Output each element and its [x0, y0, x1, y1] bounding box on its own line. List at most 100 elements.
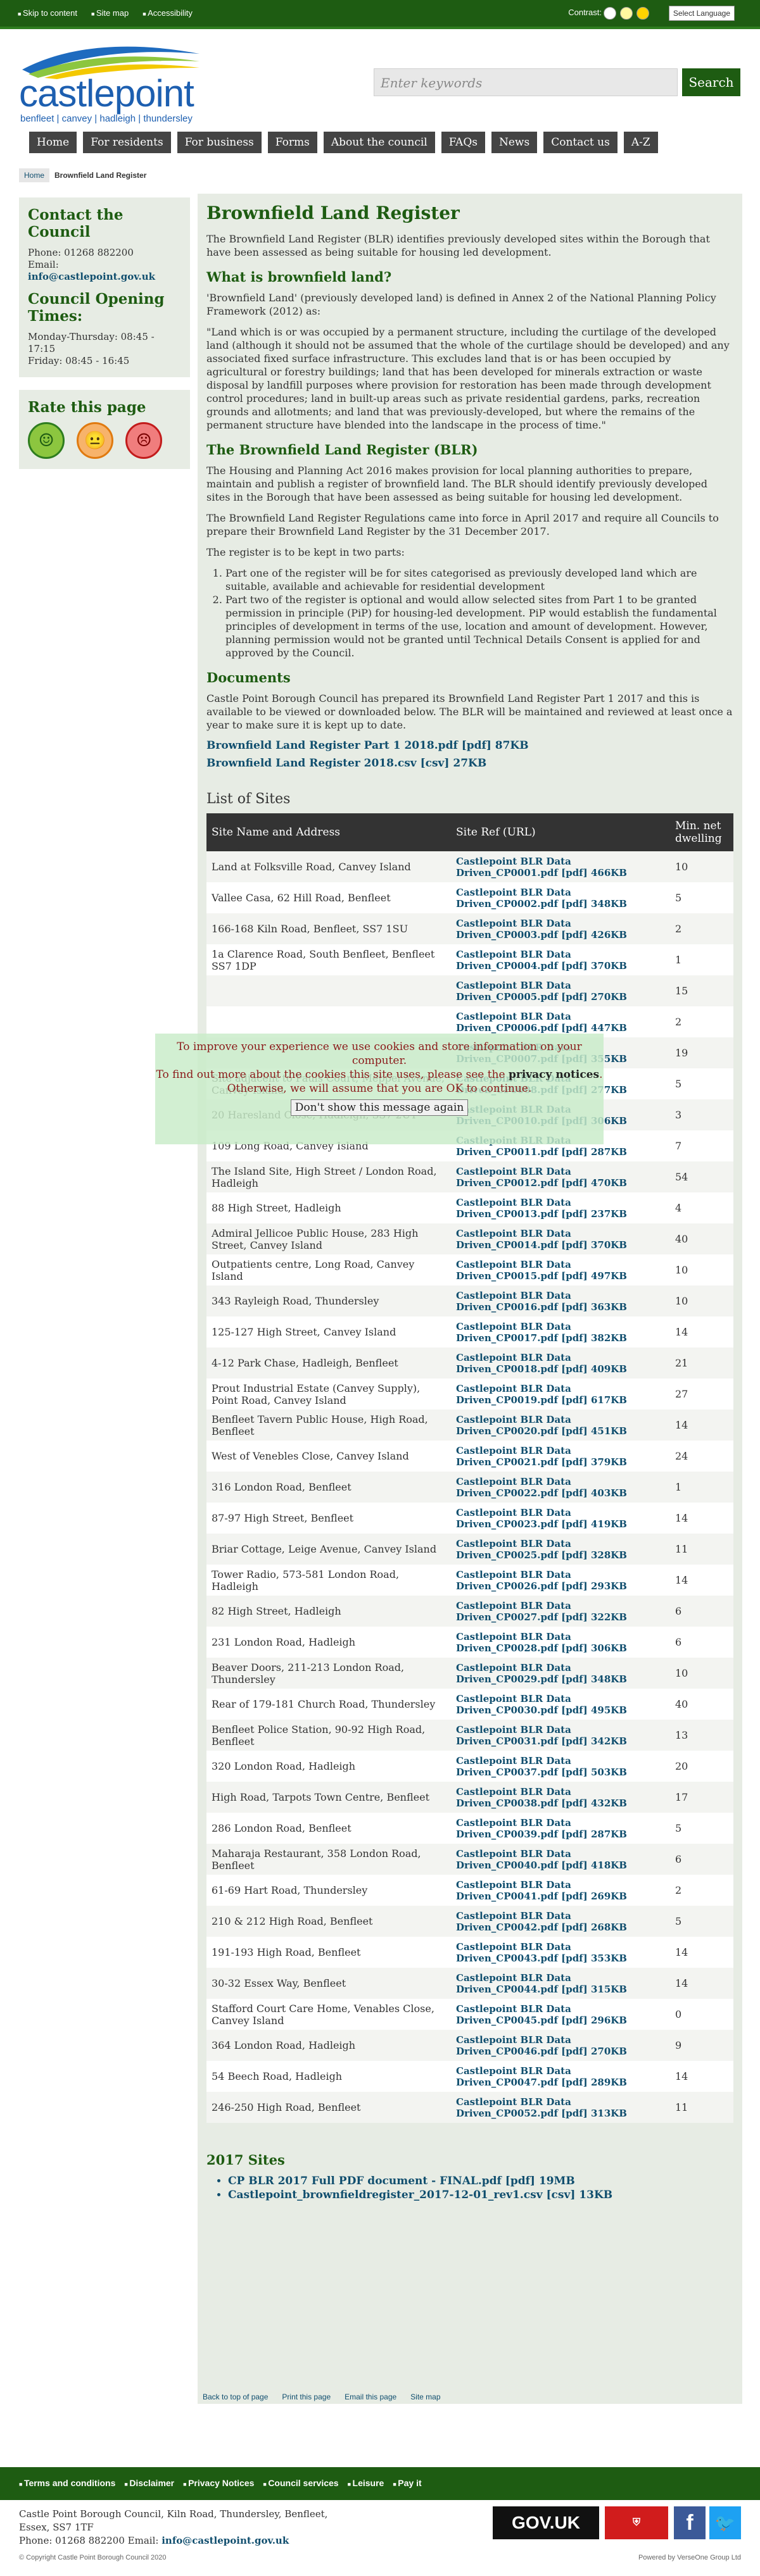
site-ref-link[interactable]: Castlepoint BLR Data Driven_CP0039.pdf […: [451, 1813, 670, 1844]
table-row: 364 London Road, Hadleigh Castlepoint BLR…: [206, 2030, 733, 2061]
site-ref-link[interactable]: Castlepoint BLR Data Driven_CP0013.pdf […: [451, 1192, 670, 1223]
site-ref-link[interactable]: Castlepoint BLR Data Driven_CP0022.pdf […: [451, 1472, 670, 1503]
email-page-link[interactable]: Email this page: [345, 2392, 396, 2401]
happy-face-icon[interactable]: ☺: [28, 422, 65, 459]
site-ref-link[interactable]: Castlepoint BLR Data Driven_CP0002.pdf […: [451, 882, 670, 913]
footer-terms[interactable]: Terms and conditions: [19, 2478, 115, 2488]
nav-for-business[interactable]: For business: [177, 132, 262, 153]
nav-contact-us[interactable]: Contact us: [543, 132, 618, 153]
skip-to-content-link[interactable]: Skip to content: [18, 8, 77, 18]
site-ref-link[interactable]: Castlepoint BLR Data Driven_CP0023.pdf […: [451, 1503, 670, 1534]
contrast-white-button[interactable]: [604, 7, 616, 20]
footer-pay-it[interactable]: Pay it: [393, 2478, 421, 2488]
site-ref-link[interactable]: Castlepoint BLR Data Driven_CP0025.pdf […: [451, 1534, 670, 1565]
contrast-yellow-button[interactable]: [620, 7, 633, 20]
site-ref-link[interactable]: Castlepoint BLR Data Driven_CP0041.pdf […: [451, 1875, 670, 1906]
site-ref-link[interactable]: Castlepoint BLR Data Driven_CP0028.pdf […: [451, 1627, 670, 1658]
contrast-gold-button[interactable]: [636, 7, 649, 20]
sad-face-icon[interactable]: ☹: [125, 422, 163, 459]
site-ref-link[interactable]: Castlepoint BLR Data Driven_CP0020.pdf […: [451, 1410, 670, 1441]
table-row: 54 Beech Road, Hadleigh Castlepoint BLR D…: [206, 2061, 733, 2092]
language-select[interactable]: Select Language: [668, 6, 735, 21]
footer-disclaimer[interactable]: Disclaimer: [124, 2478, 174, 2488]
site-ref-link[interactable]: Castlepoint BLR Data Driven_CP0015.pdf […: [451, 1254, 670, 1285]
breadcrumb-home[interactable]: Home: [19, 168, 50, 182]
site-ref-link[interactable]: Castlepoint BLR Data Driven_CP0021.pdf […: [451, 1441, 670, 1472]
min-dwelling-cell: 3: [670, 1099, 733, 1130]
powered-by[interactable]: Powered by VerseOne Group Ltd: [638, 2554, 741, 2561]
accessibility-link[interactable]: Accessibility: [142, 8, 193, 18]
main-nav: Home For residents For business Forms Ab…: [29, 132, 658, 153]
privacy-notices-link[interactable]: privacy notices: [509, 1068, 599, 1081]
site-ref-link[interactable]: Castlepoint BLR Data Driven_CP0052.pdf […: [451, 2092, 670, 2123]
col-min-dwelling: Min. net dwelling: [670, 813, 733, 851]
table-row: 320 London Road, Hadleigh Castlepoint BLR…: [206, 1751, 733, 1782]
site-ref-link[interactable]: Castlepoint BLR Data Driven_CP0043.pdf […: [451, 1937, 670, 1968]
site-ref-link[interactable]: Castlepoint BLR Data Driven_CP0040.pdf […: [451, 1844, 670, 1875]
neutral-face-icon[interactable]: 😐: [77, 422, 114, 459]
gov-uk-logo[interactable]: GOV.UK: [493, 2506, 599, 2539]
site-map-footer-link[interactable]: Site map: [410, 2392, 440, 2401]
documents-paragraph: Castle Point Borough Council has prepare…: [206, 692, 733, 731]
site-ref-link[interactable]: Castlepoint BLR Data Driven_CP0017.pdf […: [451, 1316, 670, 1347]
site-name-cell: 191-193 High Road, Benfleet: [206, 1937, 451, 1968]
breadcrumb: Home Brownfield Land Register: [19, 167, 151, 184]
nav-for-residents[interactable]: For residents: [83, 132, 171, 153]
doc-link-csv[interactable]: Brownfield Land Register 2018.csv [csv] …: [206, 757, 733, 770]
site-ref-link[interactable]: Castlepoint BLR Data Driven_CP0006.pdf […: [451, 1006, 670, 1037]
facebook-icon[interactable]: f: [674, 2506, 706, 2539]
footer-phone: Phone: 01268 882200 Email:: [19, 2535, 159, 2546]
min-dwelling-cell: 40: [670, 1223, 733, 1254]
site-ref-link[interactable]: Castlepoint BLR Data Driven_CP0047.pdf […: [451, 2061, 670, 2092]
site-ref-link[interactable]: Castlepoint BLR Data Driven_CP0016.pdf […: [451, 1285, 670, 1316]
footer-privacy[interactable]: Privacy Notices: [183, 2478, 254, 2488]
nav-faqs[interactable]: FAQs: [441, 132, 485, 153]
site-ref-link[interactable]: Castlepoint BLR Data Driven_CP0044.pdf […: [451, 1968, 670, 1999]
site-ref-link[interactable]: Castlepoint BLR Data Driven_CP0031.pdf […: [451, 1720, 670, 1751]
site-name-cell: Prout Industrial Estate (Canvey Supply),…: [206, 1379, 451, 1410]
site-map-link[interactable]: Site map: [91, 8, 129, 18]
site-ref-link[interactable]: Castlepoint BLR Data Driven_CP0001.pdf […: [451, 851, 670, 882]
link-2017-pdf[interactable]: CP BLR 2017 Full PDF document - FINAL.pd…: [228, 2174, 733, 2188]
nav-a-z[interactable]: A-Z: [623, 132, 658, 153]
search-input[interactable]: Enter keywords: [374, 68, 678, 96]
search-button[interactable]: Search: [682, 68, 740, 96]
cookie-dismiss-button[interactable]: Don't show this message again: [290, 1099, 469, 1116]
contact-email-link[interactable]: info@castlepoint.gov.uk: [28, 271, 155, 282]
footer-email-link[interactable]: info@castlepoint.gov.uk: [162, 2535, 289, 2546]
nav-news[interactable]: News: [491, 132, 538, 153]
site-logo[interactable]: castlepoint benfleet | canvey | hadleigh…: [19, 41, 209, 130]
site-ref-link[interactable]: Castlepoint BLR Data Driven_CP0026.pdf […: [451, 1565, 670, 1596]
print-link[interactable]: Print this page: [282, 2392, 331, 2401]
twitter-icon[interactable]: 🐦: [709, 2506, 741, 2539]
site-ref-link[interactable]: Castlepoint BLR Data Driven_CP0045.pdf […: [451, 1999, 670, 2030]
site-ref-link[interactable]: Castlepoint BLR Data Driven_CP0046.pdf […: [451, 2030, 670, 2061]
site-name-cell: Land at Folksville Road, Canvey Island: [206, 851, 451, 882]
min-dwelling-cell: 13: [670, 1720, 733, 1751]
site-ref-link[interactable]: Castlepoint BLR Data Driven_CP0018.pdf […: [451, 1347, 670, 1379]
site-ref-link[interactable]: Castlepoint BLR Data Driven_CP0005.pdf […: [451, 975, 670, 1006]
site-name-cell: 210 & 212 High Road, Benfleet: [206, 1906, 451, 1937]
site-ref-link[interactable]: Castlepoint BLR Data Driven_CP0030.pdf […: [451, 1689, 670, 1720]
site-ref-link[interactable]: Castlepoint BLR Data Driven_CP0004.pdf […: [451, 944, 670, 975]
nav-forms[interactable]: Forms: [267, 132, 317, 153]
footer-council-services[interactable]: Council services: [263, 2478, 338, 2488]
site-ref-link[interactable]: Castlepoint BLR Data Driven_CP0014.pdf […: [451, 1223, 670, 1254]
site-name-cell: High Road, Tarpots Town Centre, Benfleet: [206, 1782, 451, 1813]
back-to-top-link[interactable]: Back to top of page: [203, 2392, 268, 2401]
site-ref-link[interactable]: Castlepoint BLR Data Driven_CP0042.pdf […: [451, 1906, 670, 1937]
doc-link-pdf[interactable]: Brownfield Land Register Part 1 2018.pdf…: [206, 739, 733, 752]
footer-leisure[interactable]: Leisure: [348, 2478, 384, 2488]
site-ref-link[interactable]: Castlepoint BLR Data Driven_CP0029.pdf […: [451, 1658, 670, 1689]
site-ref-link[interactable]: Castlepoint BLR Data Driven_CP0019.pdf […: [451, 1379, 670, 1410]
site-ref-link[interactable]: Castlepoint BLR Data Driven_CP0038.pdf […: [451, 1782, 670, 1813]
site-ref-link[interactable]: Castlepoint BLR Data Driven_CP0037.pdf […: [451, 1751, 670, 1782]
nav-home[interactable]: Home: [29, 132, 77, 153]
site-ref-link[interactable]: Castlepoint BLR Data Driven_CP0003.pdf […: [451, 913, 670, 944]
site-ref-link[interactable]: Castlepoint BLR Data Driven_CP0012.pdf […: [451, 1161, 670, 1192]
essex-county-council-logo[interactable]: ⛨: [605, 2506, 668, 2539]
nav-about-the-council[interactable]: About the council: [323, 132, 435, 153]
link-2017-csv[interactable]: Castlepoint_brownfieldregister_2017-12-0…: [228, 2188, 733, 2202]
cookie-banner: To improve your experience we use cookie…: [155, 1034, 604, 1144]
site-ref-link[interactable]: Castlepoint BLR Data Driven_CP0027.pdf […: [451, 1596, 670, 1627]
